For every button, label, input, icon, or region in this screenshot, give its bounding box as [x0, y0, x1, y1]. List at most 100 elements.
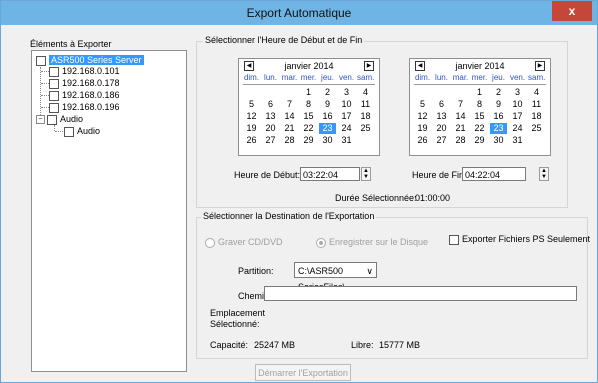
- calendar-day[interactable]: 18: [528, 111, 545, 122]
- duration-label: Durée Sélectionnée:: [335, 193, 417, 203]
- calendar-day[interactable]: 29: [300, 135, 317, 146]
- calendar-day[interactable]: 15: [300, 111, 317, 122]
- calendar-day[interactable]: 7: [452, 99, 469, 110]
- calendar-day[interactable]: 19: [243, 123, 260, 134]
- collapse-icon[interactable]: −: [36, 115, 45, 125]
- ip-checkbox[interactable]: [49, 102, 59, 113]
- tree-item-audio-group[interactable]: − Audio: [36, 114, 83, 125]
- calendar-day[interactable]: 13: [262, 111, 279, 122]
- calendar-day[interactable]: 25: [528, 123, 545, 134]
- calendar-day[interactable]: 29: [471, 135, 488, 146]
- calendar-day[interactable]: 3: [338, 87, 355, 98]
- calendar-day[interactable]: 9: [319, 99, 336, 110]
- calendar-day[interactable]: 10: [509, 99, 526, 110]
- calendar-day[interactable]: 11: [528, 99, 545, 110]
- save-disk-radio[interactable]: Enregistrer sur le Disque: [316, 237, 428, 248]
- path-input[interactable]: [264, 286, 577, 301]
- calendar-day[interactable]: 21: [452, 123, 469, 134]
- tree-item-server[interactable]: ASR500 Series Server: [36, 55, 144, 66]
- end-time-spinner[interactable]: ▲ ▼: [539, 167, 549, 181]
- calendar-day[interactable]: 15: [471, 111, 488, 122]
- ps-only-checkbox[interactable]: Exporter Fichiers PS Seulement: [449, 234, 590, 245]
- calendar-day[interactable]: 20: [262, 123, 279, 134]
- ip-checkbox[interactable]: [49, 90, 59, 101]
- calendar-day[interactable]: 30: [490, 135, 507, 146]
- ip-checkbox[interactable]: [49, 78, 59, 89]
- calendar-day[interactable]: 8: [471, 99, 488, 110]
- calendar-day[interactable]: 5: [414, 99, 431, 110]
- calendar-day[interactable]: 28: [281, 135, 298, 146]
- radio-icon[interactable]: [316, 237, 326, 248]
- burn-cd-radio[interactable]: Graver CD/DVD: [205, 237, 283, 248]
- calendar-day[interactable]: 4: [528, 87, 545, 98]
- calendar-day[interactable]: 31: [338, 135, 355, 146]
- calendar-day[interactable]: 14: [452, 111, 469, 122]
- tree-item-ip[interactable]: 192.168.0.101: [49, 66, 120, 77]
- calendar-day[interactable]: 25: [357, 123, 374, 134]
- start-time-spinner[interactable]: ▲ ▼: [361, 167, 371, 181]
- calendar-day[interactable]: 13: [433, 111, 450, 122]
- next-month-icon[interactable]: ▶: [364, 61, 374, 71]
- end-calendar[interactable]: ◀ janvier 2014 ▶ dim. lun. mar. mer. jeu. ven…: [409, 58, 551, 156]
- calendar-day[interactable]: 16: [490, 111, 507, 122]
- radio-icon[interactable]: [205, 237, 215, 248]
- down-arrow-icon[interactable]: ▼: [540, 174, 548, 180]
- calendar-day[interactable]: 6: [433, 99, 450, 110]
- server-checkbox[interactable]: [36, 55, 46, 66]
- calendar-day[interactable]: 10: [338, 99, 355, 110]
- calendar-day[interactable]: 23: [319, 123, 336, 134]
- tree-item-audio[interactable]: Audio: [64, 126, 100, 137]
- ip-checkbox[interactable]: [49, 66, 59, 77]
- next-month-icon[interactable]: ▶: [535, 61, 545, 71]
- start-export-button[interactable]: Démarrer l'Exportation: [255, 364, 351, 381]
- calendar-day[interactable]: 2: [490, 87, 507, 98]
- calendar-day[interactable]: 24: [509, 123, 526, 134]
- calendar-day[interactable]: 4: [357, 87, 374, 98]
- calendar-day[interactable]: 11: [357, 99, 374, 110]
- calendar-day[interactable]: 30: [319, 135, 336, 146]
- calendar-day[interactable]: 6: [262, 99, 279, 110]
- calendar-day[interactable]: 31: [509, 135, 526, 146]
- calendar-day[interactable]: 1: [300, 87, 317, 98]
- partition-select[interactable]: C:\ASR500 SeriesFiles\∨: [294, 262, 377, 292]
- calendar-day[interactable]: 14: [281, 111, 298, 122]
- calendar-day[interactable]: 22: [300, 123, 317, 134]
- down-arrow-icon[interactable]: ▼: [362, 174, 370, 180]
- calendar-day[interactable]: 26: [414, 135, 431, 146]
- calendar-day[interactable]: 17: [509, 111, 526, 122]
- calendar-day[interactable]: 9: [490, 99, 507, 110]
- tree-item-ip[interactable]: 192.168.0.186: [49, 90, 120, 101]
- tree-item-ip[interactable]: 192.168.0.178: [49, 78, 120, 89]
- calendar-day[interactable]: 17: [338, 111, 355, 122]
- calendar-day[interactable]: 2: [319, 87, 336, 98]
- calendar-day[interactable]: 20: [433, 123, 450, 134]
- calendar-day[interactable]: 7: [281, 99, 298, 110]
- calendar-day[interactable]: 23: [490, 123, 507, 134]
- tree-connector: [41, 107, 49, 108]
- end-time-input[interactable]: 04:22:04: [462, 167, 526, 181]
- calendar-day[interactable]: 22: [471, 123, 488, 134]
- calendar-day[interactable]: 27: [433, 135, 450, 146]
- start-time-input[interactable]: 03:22:04: [300, 167, 360, 181]
- close-button[interactable]: x: [552, 1, 592, 21]
- calendar-day[interactable]: 8: [300, 99, 317, 110]
- calendar-day[interactable]: 19: [414, 123, 431, 134]
- audio-checkbox[interactable]: [64, 126, 74, 137]
- calendar-day[interactable]: 21: [281, 123, 298, 134]
- calendar-day[interactable]: 27: [262, 135, 279, 146]
- calendar-day[interactable]: 12: [414, 111, 431, 122]
- start-calendar[interactable]: ◀ janvier 2014 ▶ dim. lun. mar. mer. jeu. ven…: [238, 58, 380, 156]
- calendar-day[interactable]: 28: [452, 135, 469, 146]
- calendar-day[interactable]: 18: [357, 111, 374, 122]
- calendar-day[interactable]: 24: [338, 123, 355, 134]
- calendar-day[interactable]: 12: [243, 111, 260, 122]
- calendar-day[interactable]: 1: [471, 87, 488, 98]
- calendar-day[interactable]: 3: [509, 87, 526, 98]
- audio-group-checkbox[interactable]: [47, 114, 57, 125]
- calendar-day[interactable]: 5: [243, 99, 260, 110]
- calendar-day[interactable]: 26: [243, 135, 260, 146]
- calendar-day[interactable]: 16: [319, 111, 336, 122]
- ps-only-box[interactable]: [449, 234, 459, 245]
- items-tree[interactable]: ASR500 Series Server 192.168.0.101 192.1…: [31, 50, 187, 372]
- tree-item-ip[interactable]: 192.168.0.196: [49, 102, 120, 113]
